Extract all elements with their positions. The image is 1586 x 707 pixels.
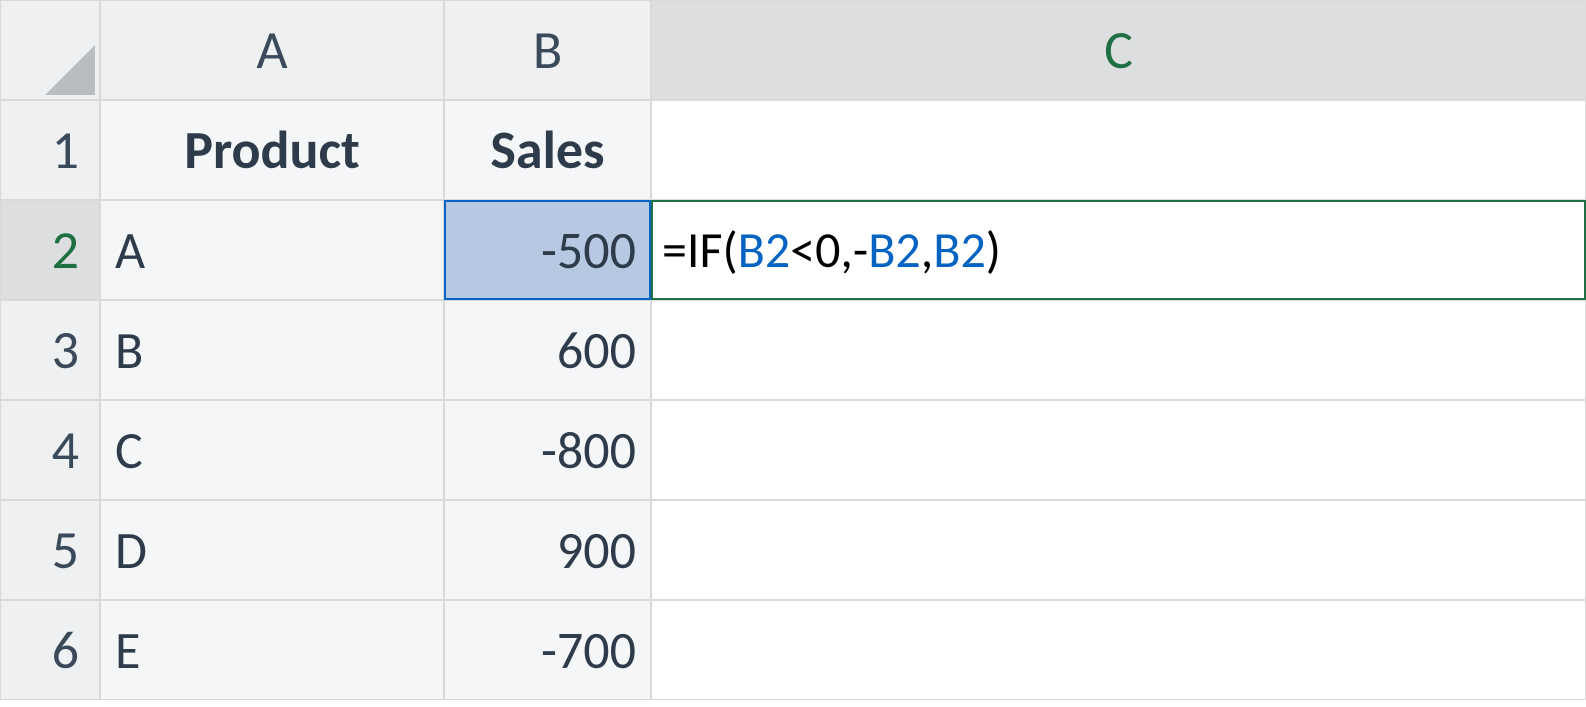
cell-C2-formula-editor[interactable]: =IF(B2<0,-B2,B2) [651, 200, 1586, 300]
col-header-C[interactable]: C [651, 0, 1586, 100]
cell-C1[interactable] [651, 100, 1586, 200]
cell-B5[interactable]: 900 [444, 500, 651, 600]
cell-A3[interactable]: B [100, 300, 444, 400]
row-header-5[interactable]: 5 [0, 500, 100, 600]
cell-C3[interactable] [651, 300, 1586, 400]
cell-B1[interactable]: Sales [444, 100, 651, 200]
cell-A5[interactable]: D [100, 500, 444, 600]
cell-B2[interactable]: -500 [444, 200, 651, 300]
cell-B3[interactable]: 600 [444, 300, 651, 400]
cell-C4[interactable] [651, 400, 1586, 500]
cell-C6[interactable] [651, 600, 1586, 700]
formula-text: =IF(B2<0,-B2,B2) [662, 220, 1001, 281]
col-header-B[interactable]: B [444, 0, 651, 100]
cell-A2[interactable]: A [100, 200, 444, 300]
row-header-2[interactable]: 2 [0, 200, 100, 300]
cell-B4[interactable]: -800 [444, 400, 651, 500]
row-header-4[interactable]: 4 [0, 400, 100, 500]
row-header-6[interactable]: 6 [0, 600, 100, 700]
cell-A1[interactable]: Product [100, 100, 444, 200]
col-header-A[interactable]: A [100, 0, 444, 100]
cell-A6[interactable]: E [100, 600, 444, 700]
cell-C5[interactable] [651, 500, 1586, 600]
row-header-3[interactable]: 3 [0, 300, 100, 400]
select-all-corner[interactable] [0, 0, 100, 100]
row-header-1[interactable]: 1 [0, 100, 100, 200]
spreadsheet-grid: A B C 1 Product Sales 2 A -500 =IF(B2<0,… [0, 0, 1586, 700]
select-all-triangle-icon [35, 35, 95, 95]
cell-A4[interactable]: C [100, 400, 444, 500]
cell-B6[interactable]: -700 [444, 600, 651, 700]
